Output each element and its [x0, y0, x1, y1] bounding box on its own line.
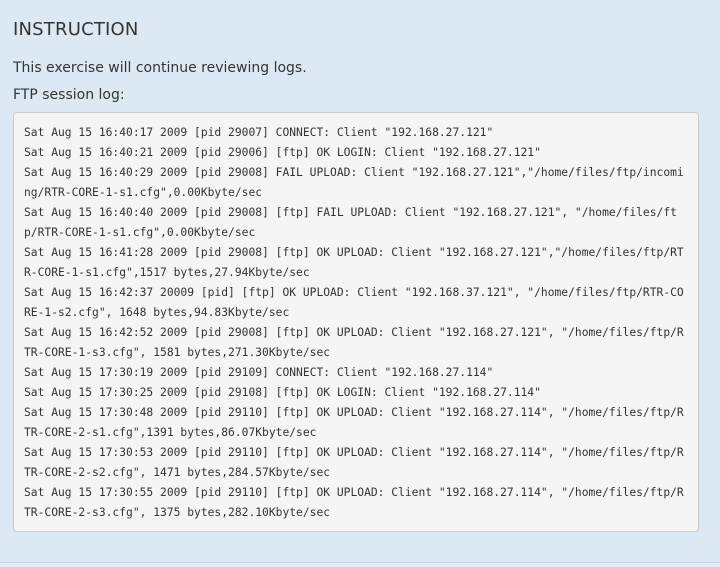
instruction-panel: INSTRUCTION This exercise will continue …	[0, 0, 720, 562]
log-line: Sat Aug 15 17:30:48 2009 [pid 29110] [ft…	[24, 406, 684, 439]
ftp-log-label: FTP session log:	[13, 87, 125, 103]
bottom-divider	[0, 562, 720, 567]
log-line: Sat Aug 15 16:41:28 2009 [pid 29008] [ft…	[24, 246, 684, 279]
log-line: Sat Aug 15 16:40:40 2009 [pid 29008] [ft…	[24, 206, 677, 239]
ftp-session-log: Sat Aug 15 16:40:17 2009 [pid 29007] CON…	[13, 112, 699, 532]
log-line: Sat Aug 15 17:30:19 2009 [pid 29109] CON…	[24, 366, 494, 379]
log-line: Sat Aug 15 16:42:37 20009 [pid] [ftp] OK…	[24, 286, 684, 319]
log-line: Sat Aug 15 16:40:29 2009 [pid 29008] FAI…	[24, 166, 684, 199]
log-line: Sat Aug 15 17:30:53 2009 [pid 29110] [ft…	[24, 446, 684, 479]
instruction-intro-text: This exercise will continue reviewing lo…	[13, 60, 307, 76]
log-line: Sat Aug 15 16:42:52 2009 [pid 29008] [ft…	[24, 326, 684, 359]
log-line: Sat Aug 15 17:30:25 2009 [pid 29108] [ft…	[24, 386, 541, 399]
log-line: Sat Aug 15 16:40:17 2009 [pid 29007] CON…	[24, 126, 494, 139]
log-line: Sat Aug 15 16:40:21 2009 [pid 29006] [ft…	[24, 146, 541, 159]
instruction-heading: INSTRUCTION	[13, 19, 139, 40]
log-line: Sat Aug 15 17:30:55 2009 [pid 29110] [ft…	[24, 486, 684, 519]
